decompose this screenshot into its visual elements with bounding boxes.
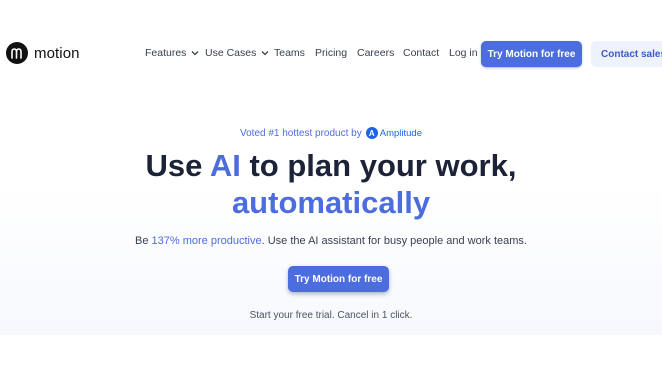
headline-pre: Use <box>145 148 210 183</box>
subtitle-pre: Be <box>135 235 152 247</box>
hero-cta-button[interactable]: Try Motion for free <box>288 266 389 292</box>
nav-contact-label: Contact <box>403 47 440 59</box>
nav-teams[interactable]: Teams <box>274 47 305 59</box>
chevron-down-icon <box>261 51 269 56</box>
top-navigation: motion Features Use Cases Teams Pricing … <box>0 0 662 108</box>
nav-use-cases[interactable]: Use Cases <box>205 47 269 59</box>
subtitle-post: . Use the AI assistant for busy people a… <box>261 235 527 247</box>
nav-pricing[interactable]: Pricing <box>315 47 347 59</box>
brand-name: motion <box>34 44 80 62</box>
nav-careers[interactable]: Careers <box>357 47 394 59</box>
nav-careers-label: Careers <box>357 47 395 59</box>
nav-features-label: Features <box>145 47 187 59</box>
headline-post: to plan your work, <box>240 148 517 183</box>
voted-text: Voted #1 hottest product by <box>239 127 362 139</box>
voted-badge: Voted #1 hottest product by A Amplitude <box>0 127 662 139</box>
amplitude-name: Amplitude <box>379 127 422 139</box>
hero-subtitle: Be 137% more productive. Use the AI assi… <box>0 235 662 247</box>
hero-headline: Use AI to plan your work, <box>0 147 662 185</box>
nav-login[interactable]: Log in <box>449 47 478 59</box>
headline-line2: automatically <box>231 185 431 220</box>
brand-logo[interactable]: motion <box>6 42 80 64</box>
amplitude-icon: A <box>365 127 378 139</box>
nav-use-cases-label: Use Cases <box>205 47 257 59</box>
nav-teams-label: Teams <box>274 47 305 59</box>
subtitle-accent: 137% more productive <box>151 235 262 247</box>
contact-sales-button[interactable]: Contact sales <box>591 41 662 67</box>
motion-logo-icon <box>6 42 28 64</box>
login-link-label: Log in <box>449 47 478 59</box>
amplitude-logo: A Amplitude <box>365 127 422 139</box>
trial-note: Start your free trial. Cancel in 1 click… <box>249 310 413 321</box>
nav-pricing-label: Pricing <box>315 47 348 59</box>
nav-contact[interactable]: Contact <box>403 47 439 59</box>
try-motion-button[interactable]: Try Motion for free <box>481 41 582 67</box>
headline-accent: AI <box>209 148 241 183</box>
nav-features[interactable]: Features <box>145 47 199 59</box>
chevron-down-icon <box>191 51 199 56</box>
